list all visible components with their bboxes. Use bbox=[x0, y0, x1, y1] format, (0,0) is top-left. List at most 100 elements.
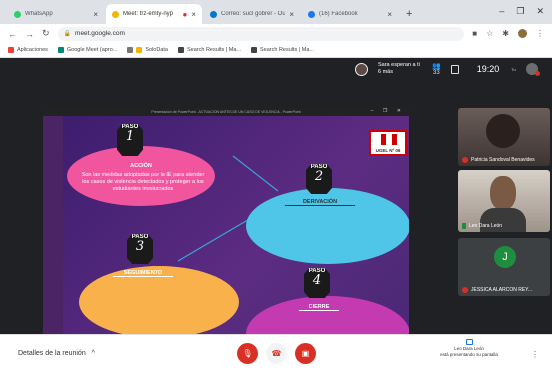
close-tab-icon[interactable]: × bbox=[289, 10, 294, 19]
tab-facebook[interactable]: (16) Facebook × bbox=[302, 4, 398, 24]
meeting-controls-bar: Detalles de la reunión ^ 🎙 ☎ ▣ Leo Dara … bbox=[0, 334, 552, 369]
present-screen-icon bbox=[465, 339, 473, 345]
step-1-description: Son las medidas adoptadas por la IE para… bbox=[81, 172, 205, 192]
url-field[interactable]: 🔒 meet.google.com bbox=[57, 26, 465, 41]
presenter-info[interactable]: Leo Dara León está presentando su pantal… bbox=[438, 339, 500, 358]
menu-kebab-icon[interactable]: ⋮ bbox=[536, 29, 544, 38]
people-icon: 👥 bbox=[432, 63, 441, 70]
participant-name: Leo Dara León bbox=[469, 223, 503, 229]
camera-off-icon: ▣ bbox=[301, 349, 310, 358]
bookmark-label: SoloData bbox=[145, 47, 168, 53]
step-2-badge: PASO 2 bbox=[306, 164, 332, 194]
step-number: 2 bbox=[314, 169, 324, 184]
phone-hangup-icon: ☎ bbox=[271, 349, 282, 358]
participant-name: JESSICA ALARCON REY... bbox=[471, 287, 533, 293]
whatsapp-icon bbox=[14, 10, 21, 18]
participant-name-row: Leo Dara León bbox=[462, 223, 502, 229]
new-tab-button[interactable]: + bbox=[400, 4, 418, 24]
tab-title: Meet: trz-emty-nyp bbox=[123, 11, 174, 17]
restore-icon[interactable]: ❐ bbox=[516, 6, 524, 17]
page-icon bbox=[177, 47, 184, 53]
self-label: Tu bbox=[511, 66, 516, 72]
step-number: 3 bbox=[135, 239, 145, 254]
self-avatar bbox=[525, 63, 540, 76]
close-tab-icon[interactable]: × bbox=[191, 10, 196, 19]
mic-toggle-button[interactable]: 🎙 bbox=[237, 343, 258, 364]
shared-window-title: Presentación de PowerPoint - ACTUACION A… bbox=[151, 110, 301, 114]
bookmark-meet[interactable]: Google Meet (apro... bbox=[57, 47, 117, 53]
bookmark-solodata[interactable]: SoloData bbox=[127, 47, 168, 53]
tab-meet[interactable]: Meet: trz-emty-nyp ● × bbox=[106, 4, 202, 24]
participant-video bbox=[490, 176, 516, 210]
forward-icon[interactable]: → bbox=[25, 29, 34, 39]
page-icon bbox=[251, 47, 257, 53]
profile-avatar[interactable] bbox=[518, 29, 527, 38]
meeting-details-label: Detalles de la reunión bbox=[18, 350, 86, 357]
window-controls: – ❐ ✕ bbox=[499, 6, 544, 17]
presenter-status: está presentando su pantalla bbox=[440, 352, 498, 357]
step-4-badge: PASO 4 bbox=[304, 268, 330, 298]
tab-title: WhatsApp bbox=[25, 11, 53, 17]
people-count: 33 bbox=[433, 70, 440, 76]
presentation-slide: PASO 1 ACCIÓN Son las medidas adoptadas … bbox=[63, 116, 409, 334]
close-window-icon[interactable]: ✕ bbox=[536, 6, 544, 17]
meet-stage: Sara esperan a ti 6 más 👥 33 19:20 Tu Pr… bbox=[0, 58, 552, 334]
logo-text: UGEL Nº 06 bbox=[375, 148, 401, 153]
bookmark-label: Aplicaciones bbox=[17, 47, 48, 53]
slide-shapes bbox=[67, 146, 409, 334]
step-number: 4 bbox=[312, 273, 322, 288]
bookmark-search-1[interactable]: Search Results | Ma... bbox=[177, 47, 241, 53]
tab-title: (16) Facebook bbox=[319, 11, 358, 17]
step-4-ellipse bbox=[246, 296, 409, 334]
lock-icon: 🔒 bbox=[63, 31, 72, 37]
participant-video bbox=[486, 114, 520, 148]
participant-name-row: JESSICA ALARCON REY... bbox=[462, 287, 532, 293]
outlook-icon bbox=[210, 10, 217, 18]
tab-outlook[interactable]: Correo: sucl gobrer - Outlook × bbox=[204, 4, 300, 24]
bookmark-star-icon[interactable]: ☆ bbox=[486, 29, 493, 38]
address-bar: ← → ↻ 🔒 meet.google.com ■ ☆ ✱ ⋮ bbox=[0, 24, 552, 43]
connector-line bbox=[232, 155, 279, 192]
bookmark-search-2[interactable]: Search Results | Ma... bbox=[251, 47, 314, 53]
minimize-icon[interactable]: – bbox=[499, 6, 504, 17]
peru-flag-icon bbox=[381, 134, 397, 145]
meet-top-info: Sara esperan a ti 6 más 👥 33 19:20 Tu bbox=[355, 62, 540, 76]
meet-window: WhatsApp × Meet: trz-emty-nyp ● × Correo… bbox=[0, 0, 552, 369]
close-tab-icon[interactable]: × bbox=[93, 10, 98, 19]
chevron-up-icon: ^ bbox=[91, 350, 95, 357]
participant-tile[interactable]: Leo Dara León bbox=[458, 170, 550, 232]
star-icon bbox=[136, 47, 143, 53]
participant-tile[interactable]: J JESSICA ALARCON REY... bbox=[458, 238, 550, 296]
shared-screen: Presentación de PowerPoint - ACTUACION A… bbox=[43, 108, 409, 334]
bookmark-apps[interactable]: Aplicaciones bbox=[8, 47, 48, 53]
clock: 19:20 bbox=[476, 64, 500, 74]
leave-call-button[interactable]: ☎ bbox=[266, 343, 287, 364]
tab-whatsapp[interactable]: WhatsApp × bbox=[8, 4, 104, 24]
camera-toggle-button[interactable]: ▣ bbox=[295, 343, 316, 364]
participant-name: Patricia Sandoval Benavides bbox=[471, 157, 535, 163]
mic-active-icon bbox=[462, 223, 466, 229]
back-icon[interactable]: ← bbox=[8, 29, 17, 39]
more-options-icon[interactable]: ⋮ bbox=[531, 350, 539, 359]
participant-tile[interactable]: Patricia Sandoval Benavides bbox=[458, 108, 550, 166]
step-2-name: DERIVACIÓN bbox=[285, 199, 355, 206]
camera-indicator-icon[interactable]: ■ bbox=[472, 29, 477, 38]
mic-off-icon bbox=[462, 157, 468, 163]
reload-icon[interactable]: ↻ bbox=[42, 28, 50, 39]
step-number: 1 bbox=[125, 129, 135, 144]
people-button[interactable]: 👥 33 bbox=[432, 62, 441, 76]
meeting-details-button[interactable]: Detalles de la reunión ^ bbox=[18, 350, 95, 357]
bookmarks-bar: Aplicaciones Google Meet (apro... SoloDa… bbox=[0, 43, 552, 58]
ugel-logo: UGEL Nº 06 bbox=[369, 130, 407, 156]
tab-title: Correo: sucl gobrer - Outlook bbox=[221, 11, 286, 17]
extensions-icon[interactable]: ✱ bbox=[502, 29, 509, 38]
avatar: J bbox=[494, 246, 516, 268]
close-tab-icon[interactable]: × bbox=[387, 10, 392, 19]
slide-margin bbox=[43, 116, 63, 334]
chat-icon[interactable] bbox=[450, 64, 459, 74]
mic-off-icon: 🎙 bbox=[242, 349, 253, 358]
shared-window-titlebar: Presentación de PowerPoint - ACTUACION A… bbox=[43, 108, 409, 116]
globe-icon bbox=[127, 47, 134, 53]
shared-window-controls: – ❐ ✕ bbox=[370, 108, 405, 114]
bookmark-label: Search Results | Ma... bbox=[260, 47, 315, 53]
